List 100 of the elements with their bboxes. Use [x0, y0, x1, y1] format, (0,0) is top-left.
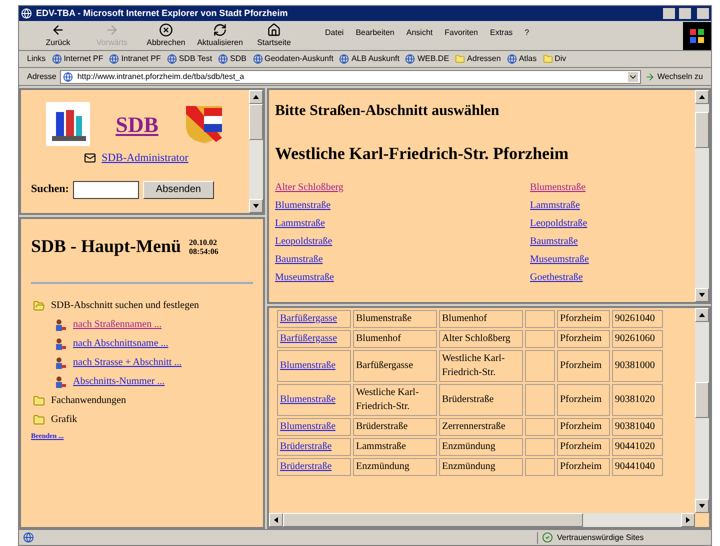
globe-icon	[506, 54, 517, 64]
table-cell: Barfüßergasse	[353, 350, 437, 382]
street-link[interactable]: Alter Schloßberg	[275, 180, 344, 195]
street-link[interactable]: Goethestraße	[530, 270, 583, 285]
street-link[interactable]: Museumstraße	[275, 270, 334, 285]
address-label: Adresse	[27, 70, 56, 82]
street-link[interactable]: Leopoldstraße	[275, 234, 332, 249]
vertical-scrollbar[interactable]	[249, 90, 263, 213]
table-cell	[525, 310, 555, 328]
link-bar-item[interactable]: Internet PF	[52, 53, 104, 65]
windows-logo-icon	[683, 22, 711, 50]
street-link[interactable]: Leopoldstraße	[530, 216, 588, 231]
street-link-cell[interactable]: Barfüßergasse	[277, 330, 351, 348]
menu-item[interactable]: Favoriten	[444, 27, 478, 39]
folder-icon	[542, 54, 553, 64]
scrollbar-thumb[interactable]	[695, 112, 709, 148]
menu-item[interactable]: Ansicht	[406, 27, 433, 39]
street-link[interactable]: Baumstraße	[530, 234, 578, 249]
table-cell: Westliche Karl-Friedrich-Str.	[353, 384, 437, 416]
scrollbar-thumb[interactable]	[283, 513, 583, 527]
menu-folder[interactable]: Grafik	[51, 412, 78, 427]
street-link-cell[interactable]: Brüderstraße	[277, 438, 351, 456]
street-link[interactable]: Museumstraße	[530, 252, 589, 267]
menu-link[interactable]: nach Abschnittsname ...	[73, 336, 168, 351]
table-cell	[525, 458, 555, 476]
link-bar-item[interactable]: WEB.DE	[405, 53, 450, 65]
table-cell: Brüderstraße	[439, 384, 523, 416]
street-link-cell[interactable]: Blumenstraße	[277, 418, 351, 436]
link-bar-item[interactable]: Geodaten-Auskunft	[252, 53, 334, 65]
table-cell	[525, 418, 555, 436]
page-icon	[23, 532, 34, 543]
globe-icon	[339, 54, 350, 64]
street-link[interactable]: Blumenstraße	[275, 198, 331, 213]
menu-item[interactable]: ?	[524, 27, 530, 39]
submit-button[interactable]: Absenden	[142, 180, 214, 198]
address-field[interactable]: http://www.intranet.pforzheim.de/tba/sdb/test_a	[60, 70, 642, 84]
street-link-cell[interactable]: Barfüßergasse	[277, 310, 351, 328]
link-bar-item[interactable]: Div	[542, 53, 566, 65]
menu-item[interactable]: Datei	[325, 27, 344, 39]
table-cell: Brüderstraße	[353, 418, 437, 436]
toolbar-button[interactable]: Abbrechen	[139, 22, 193, 48]
link-bar-item[interactable]: Atlas	[506, 53, 537, 65]
scrollbar-thumb[interactable]	[249, 104, 263, 140]
menu-item[interactable]: Extras	[490, 27, 513, 39]
menu-item[interactable]: Bearbeiten	[356, 27, 394, 39]
admin-link[interactable]: SDB-Administrator	[102, 150, 188, 166]
vertical-scrollbar[interactable]	[695, 90, 709, 302]
table-cell: Pforzheim	[557, 438, 610, 456]
scroll-up-arrow-icon	[698, 93, 706, 101]
globe-icon	[166, 54, 177, 64]
mail-icon	[82, 152, 98, 164]
toolbar-button[interactable]: Startseite	[247, 22, 301, 48]
toolbar-button[interactable]: Zurück	[31, 22, 85, 48]
link-bar-item[interactable]: SDB	[218, 53, 246, 65]
link-bar-item[interactable]: ALB Auskunft	[339, 53, 400, 65]
table-cell	[525, 384, 555, 416]
person-icon	[53, 338, 67, 350]
street-link-cell[interactable]: Blumenstraße	[277, 384, 351, 416]
globe-icon	[218, 54, 228, 64]
globe-icon	[252, 54, 262, 64]
toolbar-button[interactable]: Aktualisieren	[193, 22, 247, 48]
scrollbar-thumb[interactable]	[695, 382, 709, 418]
horizontal-scrollbar[interactable]	[269, 513, 695, 527]
table-cell: Pforzheim	[557, 350, 610, 382]
link-bar-item[interactable]: SDB Test	[166, 53, 212, 65]
table-cell: Blumenstraße	[353, 310, 437, 328]
menu-folder[interactable]: SDB-Abschnitt suchen und festlegen	[51, 298, 200, 313]
table-cell: Blumenhof	[353, 330, 437, 348]
link-bar-item[interactable]: Adressen	[455, 53, 501, 65]
sdb-title-link[interactable]: SDB	[116, 108, 158, 140]
menu-folder[interactable]: Fachanwendungen	[51, 393, 126, 408]
time-text: 08:54:06	[189, 246, 218, 256]
go-button[interactable]: Wechseln zu	[645, 70, 703, 82]
street-link-cell[interactable]: Brüderstraße	[277, 458, 351, 476]
street-link[interactable]: Lammstraße	[275, 216, 325, 231]
street-link[interactable]: Baumstraße	[275, 252, 323, 267]
folder-icon	[455, 54, 466, 64]
vertical-scrollbar[interactable]	[695, 308, 709, 513]
street-link[interactable]: Blumenstraße	[530, 180, 586, 195]
street-link-cell[interactable]: Blumenstraße	[277, 350, 351, 382]
globe-icon	[63, 72, 74, 82]
go-arrow-icon	[645, 72, 656, 82]
table-cell: Pforzheim	[557, 458, 610, 476]
table-cell: 90441040	[612, 458, 663, 476]
stop-icon	[159, 22, 173, 36]
scroll-down-arrow-icon	[698, 291, 706, 299]
menu-link[interactable]: Abschnitts-Nummer ...	[73, 374, 165, 389]
table-cell: Pforzheim	[557, 330, 610, 348]
table-cell: 90261060	[612, 330, 663, 348]
table-cell: 90381040	[612, 418, 663, 436]
street-link[interactable]: Lammstraße	[530, 198, 580, 213]
table-cell	[525, 350, 555, 382]
scroll-down-arrow-icon	[252, 202, 260, 210]
scroll-left-arrow-icon	[272, 516, 280, 524]
menu-link[interactable]: nach Strasse + Abschnitt ...	[73, 355, 182, 370]
search-field[interactable]	[72, 180, 139, 198]
globe-icon	[52, 54, 62, 64]
link-bar-item[interactable]: Intranet PF	[109, 53, 161, 65]
menu-link[interactable]: nach Straßennamen ...	[73, 317, 162, 332]
street-heading: Westliche Karl-Friedrich-Str. Pforzheim	[275, 142, 570, 164]
